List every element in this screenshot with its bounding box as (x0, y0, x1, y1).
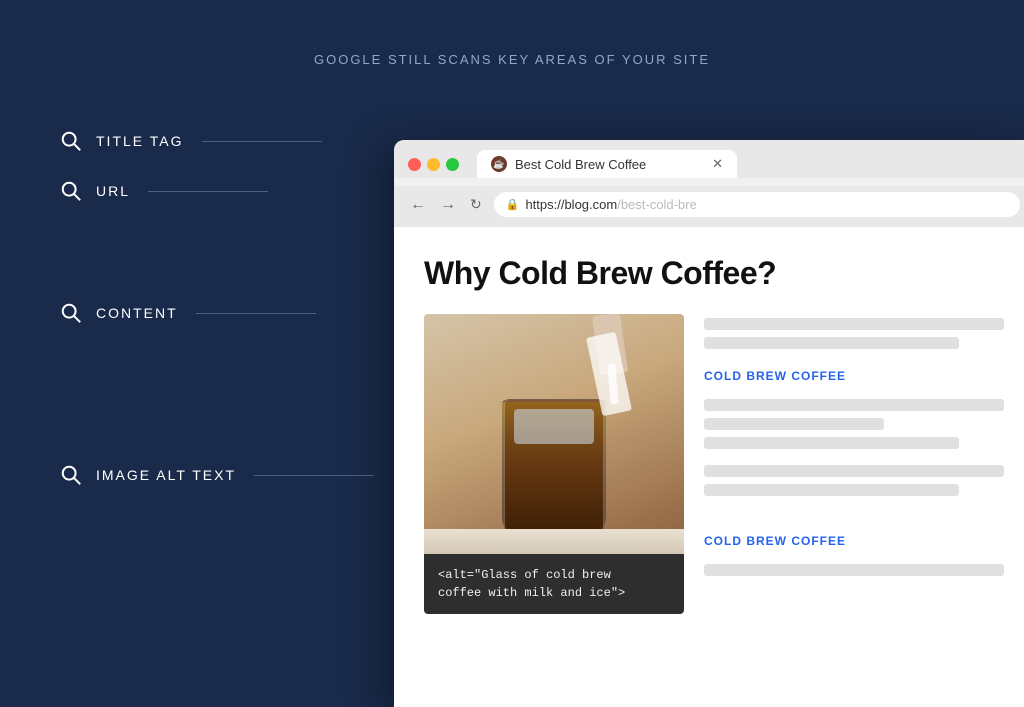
traffic-lights (408, 158, 459, 171)
page-title: Why Cold Brew Coffee? (424, 255, 1004, 292)
text-lines-group-1 (704, 318, 1004, 349)
browser-content: Why Cold Brew Coffee? <alt="Glass of col… (394, 227, 1024, 707)
sidebar-item-url: URL (60, 180, 374, 202)
text-line (704, 418, 884, 430)
image-alt-line (254, 475, 374, 476)
browser-mockup: ☕ Best Cold Brew Coffee ✕ ← → ↻ 🔒 https:… (394, 140, 1024, 707)
text-lines-group-3 (704, 465, 1004, 496)
text-line (704, 465, 1004, 477)
text-line (704, 318, 1004, 330)
address-bar-row: ← → ↻ 🔒 https://blog.com/best-cold-bre (394, 186, 1024, 227)
browser-tab[interactable]: ☕ Best Cold Brew Coffee ✕ (477, 150, 737, 178)
page-heading: GOOGLE STILL SCANS KEY AREAS OF YOUR SIT… (0, 0, 1024, 97)
text-line (704, 564, 1004, 576)
text-line (704, 484, 959, 496)
browser-title-bar: ☕ Best Cold Brew Coffee ✕ (408, 150, 1020, 178)
close-dot[interactable] (408, 158, 421, 171)
tab-favicon: ☕ (491, 156, 507, 172)
url-line (148, 191, 268, 192)
content-row: <alt="Glass of cold brew coffee with mil… (424, 314, 1004, 614)
search-icon-content (60, 302, 82, 324)
url-path: /best-cold-bre (617, 197, 696, 212)
lock-icon: 🔒 (506, 198, 520, 211)
forward-button[interactable]: → (438, 196, 458, 214)
keyword-badge-1: COLD BREW COFFEE (704, 369, 1004, 383)
url-text: https://blog.com/best-cold-bre (525, 197, 696, 212)
keyword-badge-2: COLD BREW COFFEE (704, 534, 1004, 548)
sidebar-item-content: CONTENT (60, 302, 374, 324)
tab-close-button[interactable]: ✕ (712, 156, 723, 172)
address-bar[interactable]: 🔒 https://blog.com/best-cold-bre (494, 192, 1020, 217)
title-tag-line (202, 141, 322, 142)
article-image-container: <alt="Glass of cold brew coffee with mil… (424, 314, 684, 614)
sidebar-item-title-tag: TITLE TAG (60, 130, 374, 152)
sidebar-label-title-tag: TITLE TAG (96, 133, 184, 149)
sidebar-label-url: URL (96, 183, 130, 199)
sidebar-label-content: CONTENT (96, 305, 178, 321)
maximize-dot[interactable] (446, 158, 459, 171)
text-line (704, 399, 1004, 411)
minimize-dot[interactable] (427, 158, 440, 171)
sidebar: TITLE TAG URL CONTENT IMAGE ALT TEXT (60, 130, 374, 486)
search-icon-title (60, 130, 82, 152)
text-line (704, 437, 959, 449)
article-image (424, 314, 684, 554)
text-line (704, 337, 959, 349)
back-button[interactable]: ← (408, 196, 428, 214)
alt-tag-overlay: <alt="Glass of cold brew coffee with mil… (424, 554, 684, 614)
tab-title: Best Cold Brew Coffee (515, 157, 696, 172)
search-icon-image-alt (60, 464, 82, 486)
sidebar-item-image-alt: IMAGE ALT TEXT (60, 464, 374, 486)
text-lines-group-2 (704, 399, 1004, 449)
content-line (196, 313, 316, 314)
url-domain: https://blog.com (525, 197, 617, 212)
browser-chrome: ☕ Best Cold Brew Coffee ✕ (394, 140, 1024, 178)
text-lines-group-4 (704, 564, 1004, 576)
right-content-area: COLD BREW COFFEE COLD BREW COFFEE (704, 314, 1004, 582)
refresh-button[interactable]: ↻ (468, 196, 484, 213)
sidebar-label-image-alt: IMAGE ALT TEXT (96, 467, 236, 483)
search-icon-url (60, 180, 82, 202)
